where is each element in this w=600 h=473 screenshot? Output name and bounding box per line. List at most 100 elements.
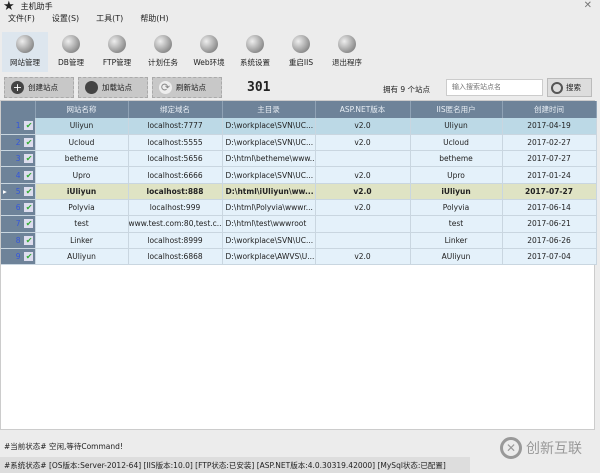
row-checkbox[interactable]: ✔	[23, 121, 33, 131]
toolbar-icon-5	[246, 35, 264, 53]
toolbar: 网站管理 DB管理 FTP管理 计划任务 Web环境 系统设置 重启IIS 退出程序	[2, 32, 370, 72]
search-input[interactable]	[446, 79, 543, 96]
table-cell	[315, 215, 411, 233]
table-cell: iUliyun	[35, 183, 129, 200]
column-header[interactable]: 主目录	[222, 101, 316, 118]
table-cell: v2.0	[315, 199, 411, 217]
table-row[interactable]: 9 ✔ AUliyun localhost:6868 D:\workplace\AWVS…	[1, 248, 597, 266]
table-cell: D:\html\betheme\www...	[222, 150, 316, 168]
row-header[interactable]: 8 ✔	[1, 232, 36, 249]
column-header[interactable]: 创建时间	[502, 101, 597, 118]
action-bar: + 创建站点 加载站点 ⟳ 刷新站点	[4, 77, 222, 98]
row-header[interactable]: 7 ✔	[1, 215, 36, 233]
toolbar-button-7[interactable]: 退出程序	[324, 32, 370, 72]
table-cell: AUliyun	[410, 248, 503, 266]
refresh-site-button[interactable]: ⟳ 刷新站点	[152, 77, 222, 98]
table-row[interactable]: 7 ✔ test www.test.com:80,test.c... D:\html\t…	[1, 215, 597, 233]
menu-bar: 文件(F) 设置(S) 工具(T) 帮助(H)	[8, 13, 169, 24]
search-icon	[551, 81, 563, 94]
row-checkbox[interactable]: ✔	[23, 203, 33, 213]
row-header[interactable]: ▸ 5 ✔	[1, 183, 36, 200]
table-cell	[315, 232, 411, 249]
menu-item-3[interactable]: 帮助(H)	[140, 13, 168, 24]
table-cell: D:\html\test\wwwroot	[222, 215, 316, 233]
table-cell: D:\workplace\SVN\UC...	[222, 232, 316, 249]
table-cell: v2.0	[315, 248, 411, 266]
close-button[interactable]: ✕	[584, 0, 592, 11]
table-cell: Linker	[410, 232, 503, 249]
column-header[interactable]: IIS匿名用户	[410, 101, 503, 118]
menu-item-0[interactable]: 文件(F)	[8, 13, 35, 24]
table-cell: v2.0	[315, 166, 411, 184]
table-cell: Uliyun	[410, 118, 503, 135]
table-row[interactable]: 8 ✔ Linker localhost:8999 D:\workplace\SVN\U…	[1, 232, 597, 249]
table-cell: localhost:5656	[128, 150, 223, 168]
table-row[interactable]: 6 ✔ Polyvia localhost:999 D:\html\Polyvia\ww…	[1, 199, 597, 217]
search-button[interactable]: 搜索	[547, 78, 592, 97]
table-cell: localhost:8999	[128, 232, 223, 249]
row-checkbox[interactable]: ✔	[23, 186, 33, 196]
table-row[interactable]: 1 ✔ Uliyun localhost:7777 D:\workplace\SVN\U…	[1, 118, 597, 135]
table-cell: 2017-07-04	[502, 248, 597, 266]
row-number: 4	[15, 170, 21, 180]
toolbar-button-0[interactable]: 网站管理	[2, 32, 48, 72]
column-header[interactable]: 网站名称	[35, 101, 129, 118]
table-cell: 2017-06-14	[502, 199, 597, 217]
table-cell: localhost:999	[128, 199, 223, 217]
row-number: 5	[15, 186, 21, 196]
toolbar-icon-7	[338, 35, 356, 53]
row-checkbox[interactable]: ✔	[23, 252, 33, 262]
toolbar-label: 网站管理	[10, 58, 40, 67]
load-site-label: 加载站点	[102, 83, 132, 92]
toolbar-button-4[interactable]: Web环境	[186, 32, 232, 72]
table-row[interactable]: ▸ 5 ✔ iUliyun localhost:888 D:\html\iUliyun\w…	[1, 183, 597, 200]
table-cell: 2017-02-27	[502, 134, 597, 152]
load-site-button[interactable]: 加载站点	[78, 77, 148, 98]
row-header[interactable]: 6 ✔	[1, 199, 36, 217]
menu-item-1[interactable]: 设置(S)	[52, 13, 79, 24]
toolbar-label: 系统设置	[240, 58, 270, 67]
title-bar: ★ 主机助手	[0, 0, 600, 14]
table-cell: iUliyun	[410, 183, 503, 200]
table-row[interactable]: 4 ✔ Upro localhost:6666 D:\workplace\SVN\UC.…	[1, 166, 597, 184]
table-cell: D:\workplace\SVN\UC...	[222, 118, 316, 135]
menu-item-2[interactable]: 工具(T)	[96, 13, 123, 24]
toolbar-button-1[interactable]: DB管理	[48, 32, 94, 72]
column-header[interactable]: ASP.NET版本	[315, 101, 411, 118]
row-header[interactable]: 3 ✔	[1, 150, 36, 168]
toolbar-button-3[interactable]: 计划任务	[140, 32, 186, 72]
row-checkbox[interactable]: ✔	[23, 137, 33, 147]
table-cell: AUliyun	[35, 248, 129, 266]
row-header[interactable]: 4 ✔	[1, 166, 36, 184]
table-row[interactable]: 3 ✔ betheme localhost:5656 D:\html\betheme\w…	[1, 150, 597, 168]
toolbar-label: 退出程序	[332, 58, 362, 67]
table-cell: Upro	[35, 166, 129, 184]
table-cell: v2.0	[315, 183, 411, 200]
row-checkbox[interactable]: ✔	[23, 170, 33, 180]
create-site-button[interactable]: + 创建站点	[4, 77, 74, 98]
table-cell: D:\workplace\SVN\UC...	[222, 134, 316, 152]
toolbar-button-2[interactable]: FTP管理	[94, 32, 140, 72]
search-label: 搜索	[566, 83, 581, 92]
column-header[interactable]: 绑定域名	[128, 101, 223, 118]
row-number: 1	[15, 121, 21, 131]
table-cell: 2017-01-24	[502, 166, 597, 184]
row-header[interactable]: 9 ✔	[1, 248, 36, 266]
globe-icon	[85, 81, 98, 94]
table-cell: Uliyun	[35, 118, 129, 135]
table-row[interactable]: 2 ✔ Ucloud localhost:5555 D:\workplace\SVN\U…	[1, 134, 597, 152]
current-status: #当前状态# 空闲,等待Command!	[4, 442, 123, 451]
row-checkbox[interactable]: ✔	[23, 235, 33, 245]
table-cell: D:\workplace\AWVS\U...	[222, 248, 316, 266]
toolbar-button-6[interactable]: 重启IIS	[278, 32, 324, 72]
table-cell: Polyvia	[410, 199, 503, 217]
row-number: 8	[15, 235, 21, 245]
toolbar-label: 重启IIS	[288, 58, 314, 67]
row-checkbox[interactable]: ✔	[23, 154, 33, 164]
row-header[interactable]: 1 ✔	[1, 118, 36, 135]
table-cell: v2.0	[315, 134, 411, 152]
row-header[interactable]: 2 ✔	[1, 134, 36, 152]
row-checkbox[interactable]: ✔	[23, 219, 33, 229]
table-cell: D:\html\Polyvia\wwwr...	[222, 199, 316, 217]
toolbar-button-5[interactable]: 系统设置	[232, 32, 278, 72]
